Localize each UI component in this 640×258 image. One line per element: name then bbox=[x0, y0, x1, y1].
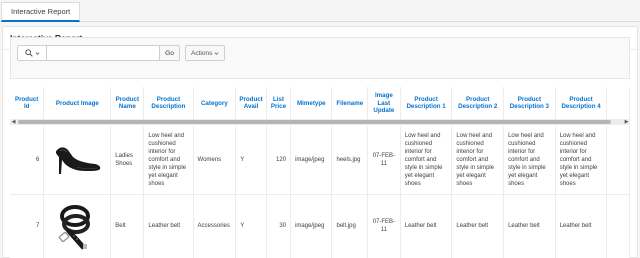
table-row: 6 Ladies Shoes Low heel and cushioned in… bbox=[10, 126, 630, 195]
scroll-left-arrow-icon[interactable]: ◀ bbox=[10, 119, 17, 125]
header-product-description-2[interactable]: Product Description 2 bbox=[451, 87, 505, 121]
search-icon bbox=[24, 49, 33, 57]
cell-product-description-4: Leather belt bbox=[555, 194, 608, 258]
header-filename[interactable]: Filename bbox=[331, 87, 369, 121]
report-table: Product Id Product Image Product Name Pr… bbox=[10, 87, 630, 258]
cell-mimetype: image/jpeg bbox=[290, 194, 333, 258]
cell-product-description: Low heel and cushioned interior for comf… bbox=[143, 126, 194, 195]
cell-product-description-2: Leather belt bbox=[451, 194, 505, 258]
cell-product-name: Ladies Shoes bbox=[110, 126, 145, 195]
header-row: Product Id Product Image Product Name Pr… bbox=[10, 87, 630, 121]
header-product-image[interactable]: Product Image bbox=[43, 87, 112, 121]
scroll-right-arrow-icon[interactable]: ▶ bbox=[623, 119, 630, 125]
horizontal-scrollbar[interactable]: ◀ ▶ bbox=[10, 119, 630, 125]
actions-button[interactable]: Actions bbox=[185, 45, 226, 61]
cell-image-last-update: 07-FEB-11 bbox=[367, 126, 401, 195]
chevron-down-icon bbox=[214, 51, 219, 55]
report-grid: Product Id Product Image Product Name Pr… bbox=[10, 87, 630, 258]
cell-product-description: Leather belt bbox=[143, 194, 194, 258]
header-product-description-1[interactable]: Product Description 1 bbox=[400, 87, 453, 121]
header-product-description-3[interactable]: Product Description 3 bbox=[503, 87, 556, 121]
cell-product-description-1: Leather belt bbox=[400, 194, 453, 258]
header-mimetype[interactable]: Mimetype bbox=[290, 87, 333, 121]
search-group: Go bbox=[17, 45, 180, 61]
cell-product-image bbox=[43, 194, 112, 258]
cell-product-id: 6 bbox=[10, 126, 45, 195]
cell-category: Accessories bbox=[193, 194, 237, 258]
header-product-description-4[interactable]: Product Description 4 bbox=[555, 87, 608, 121]
scrollbar-thumb[interactable] bbox=[18, 120, 611, 124]
actions-label: Actions bbox=[191, 49, 213, 57]
cell-product-description-3: Leather belt bbox=[503, 194, 556, 258]
header-list-price[interactable]: List Price bbox=[266, 87, 292, 121]
cell-product-image bbox=[43, 126, 112, 195]
cell-list-price: 30 bbox=[266, 194, 292, 258]
tab-bar: Interactive Report bbox=[0, 0, 640, 22]
cell-product-avail: Y bbox=[235, 126, 267, 195]
table-row: 7 Belt Leather belt Accessories Y 30 ima… bbox=[10, 194, 630, 258]
cell-filename: heels.jpg bbox=[331, 126, 369, 195]
cell-filename: belt.jpg bbox=[331, 194, 369, 258]
cell-mimetype: image/jpeg bbox=[290, 126, 333, 195]
search-input[interactable] bbox=[47, 45, 160, 61]
header-category[interactable]: Category bbox=[193, 87, 237, 121]
search-column-selector[interactable] bbox=[17, 45, 47, 61]
header-product-name[interactable]: Product Name bbox=[110, 87, 145, 121]
cell-list-price: 120 bbox=[266, 126, 292, 195]
cell-category: Womens bbox=[193, 126, 237, 195]
tab-interactive-report[interactable]: Interactive Report bbox=[1, 2, 81, 22]
cell-product-description-2: Low heel and cushioned interior for comf… bbox=[451, 126, 505, 195]
go-button[interactable]: Go bbox=[160, 45, 180, 61]
cell-product-description-4: Low heel and cushioned interior for comf… bbox=[555, 126, 608, 195]
report-toolbar: Go Actions bbox=[10, 37, 630, 79]
header-product-avail[interactable]: Product Avail bbox=[235, 87, 267, 121]
header-image-last-update[interactable]: Image Last Update bbox=[367, 87, 401, 121]
belt-image bbox=[59, 205, 91, 250]
header-overflow bbox=[606, 87, 630, 121]
shoe-image bbox=[56, 147, 101, 174]
cell-product-id: 7 bbox=[10, 194, 45, 258]
cell-product-description-1: Low heel and cushioned interior for comf… bbox=[400, 126, 453, 195]
cell-overflow bbox=[606, 126, 630, 195]
cell-image-last-update: 07-FEB-11 bbox=[367, 194, 401, 258]
cell-product-name: Belt bbox=[110, 194, 145, 258]
cell-product-description-3: Low heel and cushioned interior for comf… bbox=[503, 126, 556, 195]
chevron-down-icon bbox=[35, 51, 39, 55]
header-product-description[interactable]: Product Description bbox=[143, 87, 194, 121]
cell-overflow bbox=[606, 194, 630, 258]
header-product-id[interactable]: Product Id bbox=[10, 87, 45, 121]
cell-product-avail: Y bbox=[235, 194, 267, 258]
